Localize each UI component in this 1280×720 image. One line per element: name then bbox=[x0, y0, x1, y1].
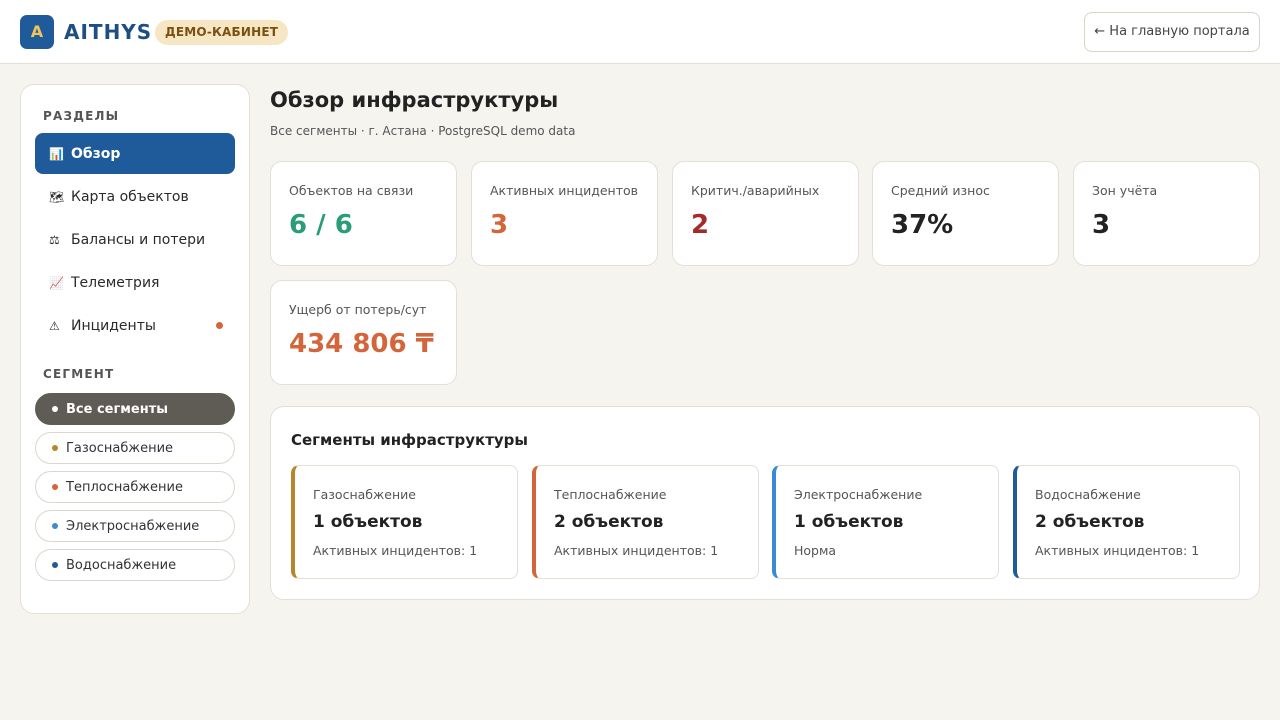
world-map-icon: 🗺 bbox=[49, 189, 65, 204]
page-subtitle: Все сегменты · г. Астана · PostgreSQL de… bbox=[270, 124, 576, 138]
sections-title: РАЗДЕЛЫ bbox=[43, 109, 120, 123]
segment-card-count: 2 объектов bbox=[554, 512, 664, 532]
kpi-value: 3 bbox=[490, 210, 509, 240]
nav-item-telemetry[interactable]: 📈 Телеметрия bbox=[35, 262, 235, 303]
back-to-portal-button[interactable]: ← На главную портала bbox=[1084, 12, 1260, 52]
segment-dot bbox=[52, 523, 58, 529]
segment-card-name: Электроснабжение bbox=[794, 487, 923, 502]
segment-filter-label: Все сегменты bbox=[66, 401, 168, 417]
demo-badge: ДЕМО-КАБИНЕТ bbox=[155, 20, 289, 45]
kpi-label: Объектов на связи bbox=[289, 183, 414, 198]
kpi-label: Ущерб от потерь/сут bbox=[289, 302, 427, 317]
page-title: Обзор инфраструктуры bbox=[270, 88, 559, 112]
sidebar: РАЗДЕЛЫ 📊 Обзор 🗺 Карта объектов ⚖ Балан… bbox=[20, 84, 250, 614]
warning-icon: ⚠ bbox=[49, 318, 60, 333]
top-header: A AITHYS ДЕМО-КАБИНЕТ ← На главную порта… bbox=[0, 0, 1280, 64]
segment-filter-water[interactable]: Водоснабжение bbox=[35, 549, 235, 581]
segment-card-count: 2 объектов bbox=[1035, 512, 1145, 532]
segment-card-gas[interactable]: Газоснабжение 1 объектов Активных инциде… bbox=[291, 465, 518, 579]
segment-title: СЕГМЕНТ bbox=[43, 367, 115, 381]
logo-icon: A bbox=[20, 15, 54, 49]
kpi-card-critical: Критич./аварийных 2 bbox=[672, 161, 859, 266]
segment-card-status: Активных инцидентов: 1 bbox=[1035, 543, 1200, 558]
nav-item-incidents[interactable]: ⚠ Инциденты bbox=[35, 305, 235, 346]
nav-item-map[interactable]: 🗺 Карта объектов bbox=[35, 176, 235, 217]
segment-card-status: Активных инцидентов: 1 bbox=[554, 543, 719, 558]
kpi-value: 37% bbox=[891, 210, 954, 240]
segment-filter-label: Теплоснабжение bbox=[66, 479, 183, 495]
segment-filter-heat[interactable]: Теплоснабжение bbox=[35, 471, 235, 503]
segments-panel: Сегменты инфраструктуры Газоснабжение 1 … bbox=[270, 406, 1260, 600]
segment-dot bbox=[52, 445, 58, 451]
incident-alert-dot bbox=[216, 322, 223, 329]
brand-name: AITHYS bbox=[64, 20, 153, 44]
bar-chart-icon: 📊 bbox=[49, 146, 64, 161]
kpi-label: Средний износ bbox=[891, 183, 990, 198]
segment-card-count: 1 объектов bbox=[794, 512, 904, 532]
kpi-label: Зон учёта bbox=[1092, 183, 1158, 198]
segment-card-name: Теплоснабжение bbox=[554, 487, 667, 502]
segment-filter-electricity[interactable]: Электроснабжение bbox=[35, 510, 235, 542]
nav-item-label: Инциденты bbox=[71, 317, 156, 334]
segment-card-electricity[interactable]: Электроснабжение 1 объектов Норма bbox=[772, 465, 999, 579]
kpi-card-wear: Средний износ 37% bbox=[872, 161, 1059, 266]
kpi-label: Активных инцидентов bbox=[490, 183, 639, 198]
kpi-card-damage: Ущерб от потерь/сут 434 806 ₸ bbox=[270, 280, 457, 385]
kpi-value: 6 / 6 bbox=[289, 210, 353, 240]
segment-filter-label: Электроснабжение bbox=[66, 518, 200, 534]
segment-card-name: Водоснабжение bbox=[1035, 487, 1141, 502]
nav-item-label: Балансы и потери bbox=[71, 231, 206, 248]
segment-filter-label: Водоснабжение bbox=[66, 557, 177, 573]
kpi-card-online: Объектов на связи 6 / 6 bbox=[270, 161, 457, 266]
panel-title: Сегменты инфраструктуры bbox=[291, 431, 528, 449]
nav-item-label: Телеметрия bbox=[71, 274, 160, 291]
nav-item-label: Карта объектов bbox=[71, 188, 189, 205]
scales-icon: ⚖ bbox=[49, 232, 60, 247]
kpi-value: 2 bbox=[691, 210, 710, 240]
kpi-card-incidents: Активных инцидентов 3 bbox=[471, 161, 658, 266]
segment-filter-gas[interactable]: Газоснабжение bbox=[35, 432, 235, 464]
segment-card-name: Газоснабжение bbox=[313, 487, 416, 502]
nav-item-overview[interactable]: 📊 Обзор bbox=[35, 133, 235, 174]
kpi-value: 434 806 ₸ bbox=[289, 329, 434, 359]
segment-dot bbox=[52, 406, 58, 412]
kpi-label: Критич./аварийных bbox=[691, 183, 820, 198]
segment-card-count: 1 объектов bbox=[313, 512, 423, 532]
segment-card-status: Норма bbox=[794, 543, 837, 558]
line-chart-icon: 📈 bbox=[49, 275, 64, 290]
kpi-value: 3 bbox=[1092, 210, 1111, 240]
segment-card-heat[interactable]: Теплоснабжение 2 объектов Активных инцид… bbox=[532, 465, 759, 579]
segment-card-water[interactable]: Водоснабжение 2 объектов Активных инциде… bbox=[1013, 465, 1240, 579]
nav-item-balances[interactable]: ⚖ Балансы и потери bbox=[35, 219, 235, 260]
segment-card-status: Активных инцидентов: 1 bbox=[313, 543, 478, 558]
kpi-card-zones: Зон учёта 3 bbox=[1073, 161, 1260, 266]
segment-dot bbox=[52, 484, 58, 490]
nav-item-label: Обзор bbox=[71, 145, 121, 162]
segment-dot bbox=[52, 562, 58, 568]
segment-filter-label: Газоснабжение bbox=[66, 440, 174, 456]
segment-filter-all[interactable]: Все сегменты bbox=[35, 393, 235, 425]
